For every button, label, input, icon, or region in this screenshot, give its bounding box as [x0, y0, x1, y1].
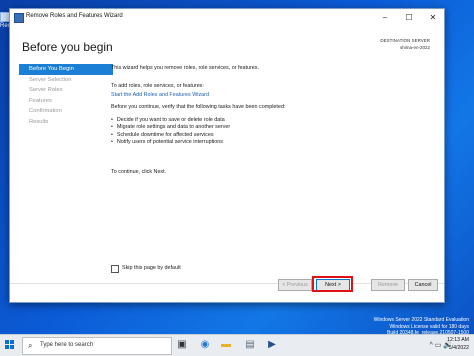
- nav-item-server-roles: Server Roles: [29, 87, 63, 93]
- task-list-item: Migrate role settings and data to anothe…: [111, 124, 230, 131]
- wizard-content: This wizard helps you remove roles, role…: [111, 62, 441, 280]
- destination-server-label: DESTINATION SERVER: [380, 38, 430, 43]
- task-list: Decide if you want to save or delete rol…: [111, 117, 230, 147]
- wizard-nav: Before You Begin Server Selection Server…: [19, 64, 113, 127]
- taskbar: ⌕ Type here to search ▣ ◉ ▬ ▤ ▶ ^ ▭ 🔊 12…: [0, 334, 474, 356]
- close-button[interactable]: ✕: [422, 11, 444, 24]
- previous-button[interactable]: < Previous: [278, 279, 312, 291]
- cancel-button[interactable]: Cancel: [408, 279, 438, 291]
- add-roles-heading: To add roles, role services, or features…: [111, 83, 204, 89]
- search-icon: ⌕: [28, 341, 33, 350]
- taskbar-search-box[interactable]: ⌕ Type here to search: [22, 337, 172, 355]
- wizard-window: Remove Roles and Features Wizard – ☐ ✕ B…: [9, 8, 445, 303]
- skip-page-checkbox[interactable]: [111, 265, 119, 273]
- title-bar[interactable]: Remove Roles and Features Wizard – ☐ ✕: [10, 9, 444, 26]
- skip-page-label: Skip this page by default: [122, 265, 181, 271]
- search-placeholder: Type here to search: [40, 342, 94, 348]
- nav-item-features: Features: [29, 97, 52, 104]
- file-explorer-icon[interactable]: ▬: [220, 339, 232, 351]
- task-list-item: Notify users of potential service interr…: [111, 139, 230, 146]
- nav-item-results: Results: [29, 118, 49, 125]
- task-view-icon[interactable]: ▣: [176, 339, 188, 351]
- window-title: Remove Roles and Features Wizard: [26, 13, 123, 19]
- taskbar-clock[interactable]: 12:13 AM 5/4/2022: [447, 337, 469, 352]
- wizard-header: Before you begin DESTINATION SERVER shim…: [10, 26, 444, 64]
- windows-start-icon[interactable]: [5, 340, 15, 350]
- minimize-button[interactable]: –: [374, 11, 396, 24]
- watermark-edition: Windows Server 2022 Standard Evaluation: [373, 317, 469, 323]
- remove-button[interactable]: Remove: [371, 279, 405, 291]
- server-manager-icon[interactable]: ▤: [244, 339, 256, 351]
- continue-text: To continue, click Next.: [111, 169, 167, 175]
- wizard-app-icon: [14, 13, 24, 23]
- verify-text: Before you continue, verify that the fol…: [111, 104, 286, 110]
- intro-text: This wizard helps you remove roles, role…: [111, 65, 260, 71]
- task-list-item: Schedule downtime for affected services: [111, 132, 230, 139]
- maximize-button[interactable]: ☐: [398, 11, 420, 24]
- clock-time: 12:13 AM: [447, 337, 469, 343]
- page-title: Before you begin: [22, 40, 113, 54]
- nav-item-confirmation: Confirmation: [29, 108, 62, 114]
- add-roles-wizard-link[interactable]: Start the Add Roles and Features Wizard: [111, 92, 209, 98]
- task-list-item: Decide if you want to save or delete rol…: [111, 117, 230, 124]
- powershell-icon[interactable]: ▶: [266, 339, 278, 351]
- clock-date: 5/4/2022: [448, 344, 469, 351]
- next-button-highlight: [312, 276, 353, 292]
- nav-item-server-selection[interactable]: Server Selection: [19, 75, 113, 86]
- edge-browser-icon[interactable]: ◉: [199, 339, 211, 351]
- destination-server-value: shima-en-2022: [399, 45, 430, 50]
- nav-item-before-you-begin[interactable]: Before You Begin: [19, 64, 113, 75]
